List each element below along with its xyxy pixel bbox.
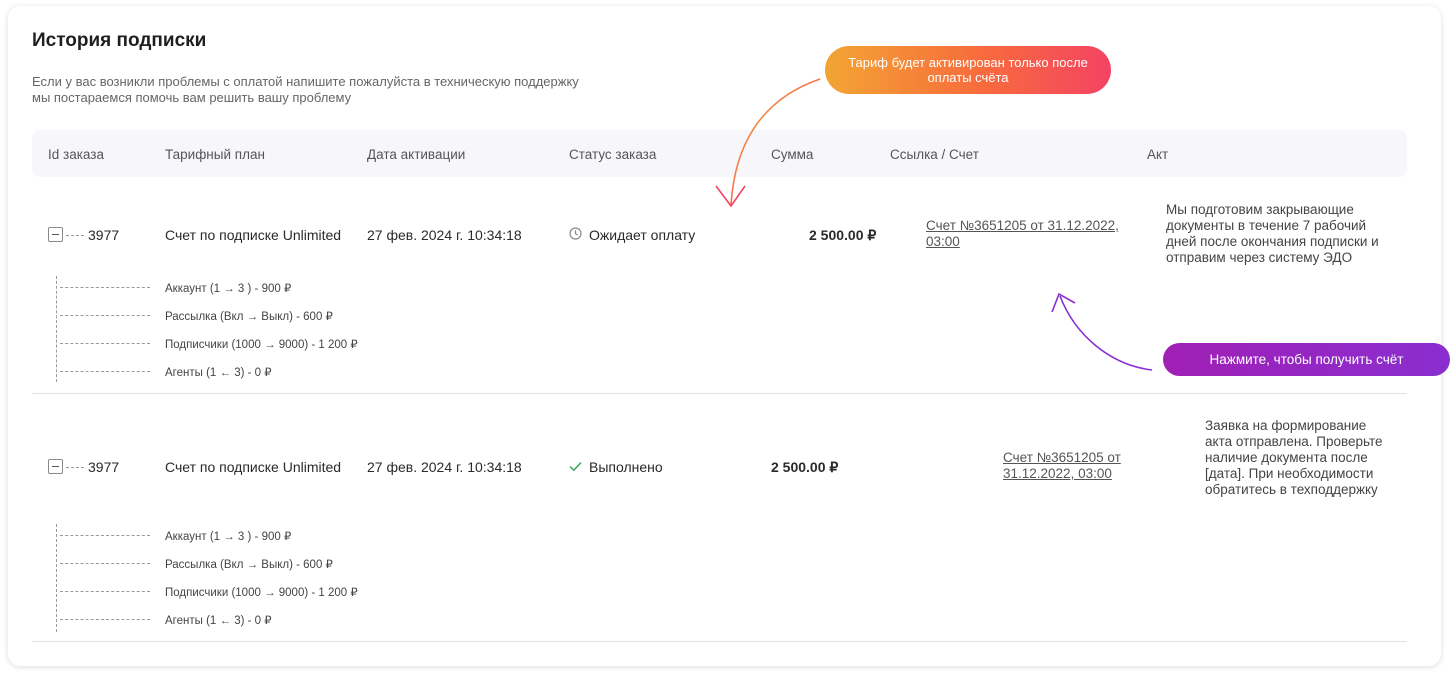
annotation-arrows	[715, 78, 1153, 371]
arrow-to-invoice-icon	[1059, 295, 1153, 371]
tariff-activation-badge: Тариф будет активирован только после опл…	[825, 46, 1111, 94]
get-invoice-badge[interactable]: Нажмите, чтобы получить счёт	[1163, 343, 1450, 376]
